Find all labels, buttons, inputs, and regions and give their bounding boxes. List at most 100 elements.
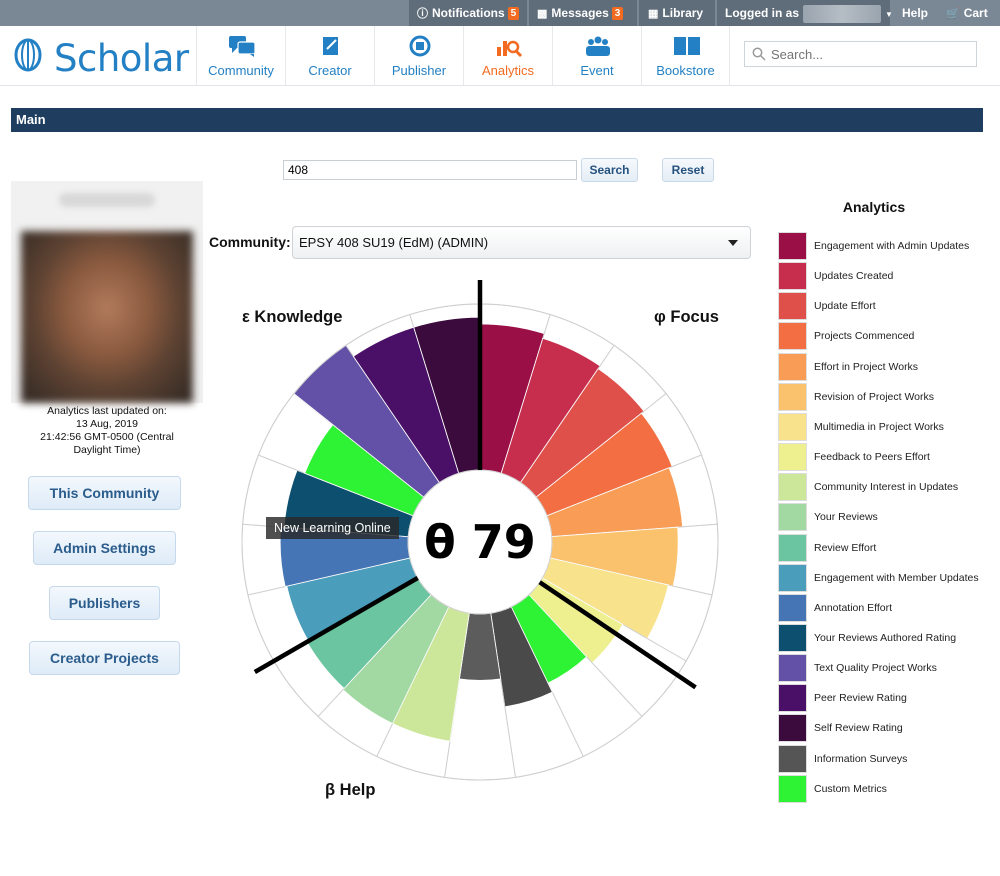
legend-label: Updates Created [814,270,894,283]
center-score: θ 79 [424,515,536,569]
legend-item[interactable]: Self Review Rating [778,714,993,743]
legend-label: Your Reviews [814,511,878,524]
legend-swatch [778,232,807,260]
top-utility-bar: ⓘ Notifications 5 ▩ Messages 3 ▦ Library Logg… [0,0,1000,26]
messages-label: Messages [551,6,609,20]
legend-swatch [778,473,807,502]
help-link[interactable]: Help [902,0,928,26]
legend-label: Revision of Project Works [814,390,935,403]
profile-card [11,181,203,403]
nav-label: Publisher [391,63,447,78]
scholar-logo[interactable]: Scholar [14,34,189,80]
search-button[interactable]: Search [581,158,638,182]
legend-swatch [778,654,807,683]
community-select-value: EPSY 408 SU19 (EdM) (ADMIN) [299,235,489,250]
legend-swatch [778,593,807,622]
legend-swatch [778,714,807,743]
legend-item[interactable]: Multimedia in Project Works [778,412,993,441]
legend-item[interactable]: Engagement with Member Updates [778,563,993,592]
legend-item[interactable]: Peer Review Rating [778,684,993,713]
reset-button[interactable]: Reset [662,158,714,182]
legend-item[interactable]: Information Surveys [778,744,993,773]
legend-swatch [778,292,807,321]
this-community-button[interactable]: This Community [28,476,181,510]
polar-chart-svg: θ 79 [241,280,719,781]
legend-item[interactable]: Your Reviews [778,503,993,532]
community-label: Community: [209,234,291,250]
publishers-button[interactable]: Publishers [49,586,160,620]
community-search-input[interactable] [283,160,577,180]
analytics-icon [497,40,523,57]
nav-publisher[interactable]: Publisher [374,26,463,86]
notifications-link[interactable]: ⓘ Notifications 5 [409,0,527,26]
notifications-count-badge: 5 [507,7,520,20]
chevron-down-icon [728,240,738,246]
legend-item[interactable]: Feedback to Peers Effort [778,443,993,472]
main-header: Scholar Community Creator Publisher Anal… [0,26,1000,86]
legend-swatch [778,412,807,441]
nav-creator[interactable]: Creator [285,26,374,86]
legend-label: Feedback to Peers Effort [814,451,930,464]
nav-label: Event [580,63,614,78]
legend-label: Community Interest in Updates [814,481,959,494]
admin-settings-button[interactable]: Admin Settings [33,531,176,565]
username-redacted [803,4,882,23]
community-select[interactable]: EPSY 408 SU19 (EdM) (ADMIN) [292,226,751,259]
profile-name-redacted [59,193,155,207]
legend-label: Self Review Rating [814,722,903,735]
library-label: Library [662,6,704,20]
event-icon [586,36,610,56]
avatar [21,231,193,403]
chat-icon: ▩ [537,8,548,20]
messages-link[interactable]: ▩ Messages 3 [529,0,637,26]
library-link[interactable]: ▦ Library [639,0,715,26]
bookstore-icon [674,37,700,55]
nav-community[interactable]: Community [196,26,285,86]
legend-item[interactable]: Projects Commenced [778,322,993,351]
legend-item[interactable]: Your Reviews Authored Rating [778,623,993,652]
legend-item[interactable]: Revision of Project Works [778,382,993,411]
legend-label: Peer Review Rating [814,692,907,705]
legend-swatch [778,623,807,652]
legend-swatch [778,262,807,291]
legend-swatch [778,382,807,411]
legend-item[interactable]: Annotation Effort [778,593,993,622]
legend-item[interactable]: Text Quality Project Works [778,654,993,683]
creator-projects-button[interactable]: Creator Projects [29,641,180,675]
legend-swatch [778,352,807,381]
help-label: Help [902,6,929,20]
legend-item[interactable]: Custom Metrics [778,774,993,803]
publisher-icon [409,35,431,57]
legend-swatch [778,322,807,351]
legend-item[interactable]: Update Effort [778,292,993,321]
updated-line-3: 21:42:56 GMT-0500 (Central [40,431,174,443]
creator-icon [323,37,338,55]
legend-item[interactable]: Effort in Project Works [778,352,993,381]
legend-label: Your Reviews Authored Rating [814,631,957,644]
nav-event[interactable]: Event [552,26,641,86]
legend-item[interactable]: Community Interest in Updates [778,473,993,502]
notifications-label: Notifications [432,6,505,20]
nav-analytics[interactable]: Analytics [463,26,552,86]
community-icon [229,36,256,57]
legend-label: Projects Commenced [814,330,915,343]
nav-label: Bookstore [656,63,715,78]
main-section-header: Main [11,108,983,132]
legend-label: Engagement with Member Updates [814,571,979,584]
legend-title: Analytics [842,199,906,215]
chevron-down-icon: ▼ [885,10,893,19]
chart-tooltip: New Learning Online [266,517,399,539]
cart-link[interactable]: 🛒 Cart [946,0,988,26]
nav-bookstore[interactable]: Bookstore [641,26,730,86]
analytics-updated-text: Analytics last updated on: 13 Aug, 2019 … [11,405,203,457]
global-search-input[interactable] [769,44,969,64]
scholar-logo-icon [14,38,42,72]
legend-item[interactable]: Engagement with Admin Updates [778,232,993,260]
legend-item[interactable]: Review Effort [778,533,993,562]
messages-count-badge: 3 [611,7,624,20]
nav-label: Analytics [481,63,535,78]
legend-swatch [778,533,807,562]
legend-item[interactable]: Updates Created [778,262,993,291]
help-axis-label: β Help [325,781,376,799]
user-menu[interactable]: Logged in as ▼ [717,0,893,26]
